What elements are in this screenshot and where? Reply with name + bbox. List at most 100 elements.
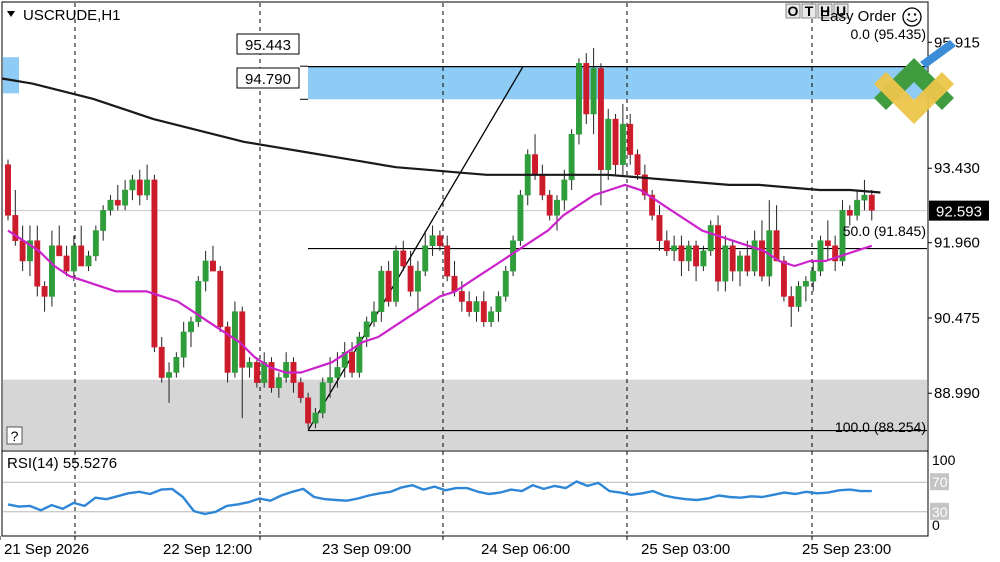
price-tick-label: 93.430 — [934, 160, 980, 177]
candle-body — [151, 179, 158, 348]
candle-body — [48, 245, 55, 297]
rsi-axis-label: 70 — [932, 474, 948, 490]
candle-body — [759, 240, 765, 277]
candle-body — [70, 245, 77, 272]
candle-body — [546, 194, 553, 216]
price-tick-label: 88.990 — [934, 385, 980, 402]
toolbar-letter: T — [805, 3, 814, 19]
candle-body — [136, 179, 143, 196]
candle-body — [817, 240, 824, 272]
svg-text:94.790: 94.790 — [245, 71, 291, 88]
time-tick-label: 22 Sep 12:00 — [163, 541, 252, 558]
candle-body — [539, 174, 546, 196]
candle-body — [414, 270, 421, 292]
candle-body — [144, 179, 151, 196]
candle-body — [393, 250, 399, 302]
candle-body — [385, 270, 392, 302]
candle-body — [846, 210, 853, 216]
candle-body — [349, 351, 355, 373]
candle-body — [217, 270, 224, 328]
symbol-header[interactable]: USCRUDE,H1 — [7, 7, 121, 24]
price-tick-label: 91.960 — [934, 235, 980, 252]
candle-body — [773, 230, 780, 262]
time-tick-label: 25 Sep 03:00 — [641, 541, 730, 558]
time-tick-label: 23 Sep 09:00 — [322, 541, 411, 558]
candle-body — [802, 280, 809, 287]
candle-body — [663, 240, 670, 252]
candle-body — [780, 260, 787, 297]
candle-body — [656, 215, 663, 241]
candle-body — [297, 382, 304, 399]
candle-body — [122, 189, 129, 206]
candle-body — [63, 255, 70, 272]
candle-body — [78, 245, 85, 267]
candle-body — [502, 270, 509, 297]
candle-body — [378, 270, 385, 312]
candle-body — [627, 123, 634, 155]
candle-body — [517, 194, 524, 241]
candle-body — [795, 286, 802, 307]
candle-body — [722, 245, 729, 282]
candle-body — [693, 245, 700, 267]
trading-chart[interactable]: 10070300 95.91593.43091.96090.47588.990 … — [0, 0, 1000, 562]
candle-body — [114, 199, 121, 206]
fib-label-50: 50.0 (91.845) — [843, 223, 926, 239]
candle-body — [868, 194, 875, 211]
candle-body — [861, 194, 868, 201]
svg-text:95.443: 95.443 — [245, 37, 291, 54]
candle-body — [319, 382, 326, 414]
candle-body — [92, 230, 99, 257]
candle-body — [824, 240, 831, 247]
candle-body — [422, 245, 429, 272]
candle-body — [85, 255, 92, 267]
candle-body — [180, 331, 187, 358]
help-button[interactable]: ? — [6, 426, 23, 445]
candle-body — [751, 240, 758, 272]
candle-body — [568, 134, 575, 181]
candle-body — [700, 250, 707, 267]
candle-body — [210, 260, 216, 272]
candle-body — [532, 154, 538, 176]
rsi-label: RSI(14) 55.5276 — [7, 455, 117, 472]
candle-body — [327, 377, 334, 383]
zone-top-label: 95.443 — [236, 33, 300, 55]
time-tick-label: 25 Sep 23:00 — [802, 541, 891, 558]
candle-body — [129, 179, 136, 191]
candle-body — [436, 235, 443, 247]
candle-body — [597, 68, 604, 170]
candle-body — [729, 245, 736, 272]
candle-body — [202, 260, 209, 282]
candle-body — [188, 321, 194, 333]
candle-body — [400, 250, 407, 267]
candle-body — [371, 311, 377, 323]
time-tick-label: 21 Sep 2026 — [4, 541, 89, 558]
toolbar-button-t[interactable]: T — [801, 3, 817, 19]
demand-zone — [3, 379, 927, 450]
candle-body — [231, 311, 238, 373]
candle-body — [275, 377, 282, 388]
candle-body — [744, 255, 751, 272]
svg-text:?: ? — [11, 428, 19, 444]
candle-body — [5, 164, 11, 216]
candle-body — [480, 301, 487, 323]
candle-body — [583, 63, 590, 115]
candle-body — [612, 118, 619, 165]
candle-body — [678, 245, 685, 262]
candle-body — [100, 210, 107, 231]
candle-body — [671, 245, 678, 252]
candle-body — [451, 275, 458, 292]
candle-body — [605, 118, 612, 170]
price-tick-label: 90.475 — [934, 310, 980, 327]
zone-bottom-label: 94.790 — [236, 67, 300, 89]
candle-body — [854, 199, 861, 216]
candle-body — [715, 225, 721, 282]
toolbar-button-o[interactable]: O — [785, 3, 801, 19]
candle-body — [737, 255, 743, 272]
candle-body — [407, 265, 414, 292]
candle-body — [173, 357, 180, 373]
candle-body — [334, 367, 341, 378]
candle-body — [253, 362, 260, 383]
time-axis[interactable]: 21 Sep 2026 22 Sep 12:00 23 Sep 09:00 24 Se… — [0, 536, 891, 558]
candle-body — [56, 245, 63, 257]
easy-order-label[interactable]: Easy Order — [820, 8, 896, 25]
